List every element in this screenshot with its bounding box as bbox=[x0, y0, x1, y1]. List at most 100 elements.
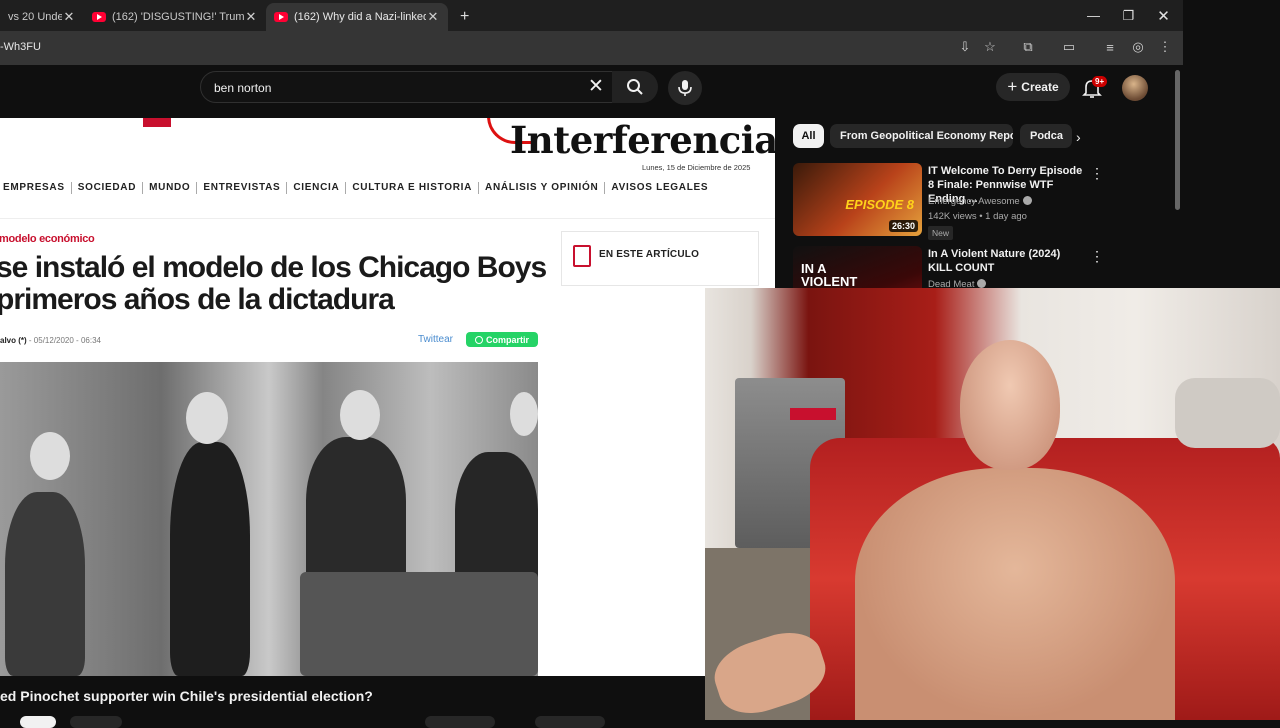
create-label: Create bbox=[1021, 80, 1059, 94]
search-icon bbox=[627, 79, 643, 95]
youtube-header: ben norton ✕ + Create 9+ bbox=[0, 65, 1183, 118]
red-accent-block bbox=[143, 118, 171, 127]
channel-name[interactable]: Dead Meat bbox=[928, 279, 987, 288]
search-input[interactable]: ben norton bbox=[200, 71, 613, 103]
nav-item[interactable]: CULTURA E HISTORIA bbox=[346, 182, 480, 194]
avatar[interactable] bbox=[1122, 75, 1148, 101]
action-chip[interactable] bbox=[425, 716, 495, 728]
video-thumbnail[interactable]: EPISODE 8 26:30 bbox=[793, 163, 922, 236]
extensions-icon[interactable]: ⧉ bbox=[1020, 39, 1036, 55]
restore-icon[interactable]: ❐ bbox=[1111, 0, 1146, 31]
action-chip[interactable] bbox=[20, 716, 56, 728]
author-name: alvo (*) bbox=[0, 336, 27, 345]
duration-badge: 26:30 bbox=[888, 220, 918, 232]
tab-3-title: (162) Why did a Nazi-linked, Ul bbox=[294, 11, 426, 23]
recommended-video[interactable]: EPISODE 8 26:30 IT Welcome To Derry Epis… bbox=[793, 163, 1133, 240]
profile-icon[interactable]: ◎ bbox=[1130, 39, 1146, 55]
chip-all[interactable]: All bbox=[793, 124, 824, 148]
thumbnail-text: IN A VIOLENT bbox=[801, 261, 858, 288]
verified-icon bbox=[977, 279, 987, 288]
more-menu-icon[interactable]: ⋮ bbox=[1157, 39, 1173, 55]
tab-1[interactable]: vs 20 Undeci ✕ bbox=[0, 3, 84, 31]
search-input-value: ben norton bbox=[214, 81, 272, 95]
twitter-share-link[interactable]: Twittear bbox=[418, 334, 453, 345]
nav-item[interactable]: AVISOS LEGALES bbox=[605, 182, 714, 194]
verified-icon bbox=[1022, 196, 1032, 205]
photo-figure bbox=[5, 492, 85, 676]
plus-icon: + bbox=[1007, 77, 1018, 96]
sidebar-icon[interactable]: ▭ bbox=[1061, 39, 1077, 55]
article-toc-box[interactable]: EN ESTE ARTÍCULO bbox=[561, 231, 759, 286]
action-chip[interactable] bbox=[70, 716, 122, 728]
tab-3-active[interactable]: (162) Why did a Nazi-linked, Ul ✕ bbox=[266, 3, 448, 31]
notification-count-badge: 9+ bbox=[1092, 76, 1108, 87]
photo-face bbox=[186, 392, 228, 444]
video-title: ed Pinochet supporter win Chile's presid… bbox=[0, 688, 373, 704]
channel-name[interactable]: Emergency Awesome bbox=[928, 196, 1032, 207]
channel-label: Dead Meat bbox=[928, 279, 975, 288]
publish-date: - 05/12/2020 - 06:34 bbox=[28, 336, 101, 345]
site-date: Lunes, 15 de Diciembre de 2025 bbox=[642, 163, 751, 172]
scrollbar-thumb[interactable] bbox=[1175, 70, 1180, 210]
nav-item[interactable]: EMPRESAS bbox=[0, 182, 72, 194]
new-badge: New bbox=[928, 226, 954, 240]
browser-tab-strip: vs 20 Undeci ✕ (162) 'DISGUSTING!' Trump… bbox=[0, 0, 1280, 31]
photo-table bbox=[300, 572, 538, 676]
youtube-favicon-icon bbox=[274, 12, 288, 22]
url-field[interactable]: -Wh3FU bbox=[0, 41, 41, 53]
photo-face bbox=[30, 432, 70, 480]
install-app-icon[interactable]: ⇩ bbox=[957, 39, 973, 55]
document-icon bbox=[573, 245, 591, 267]
person-head bbox=[960, 340, 1060, 470]
toc-label: EN ESTE ARTÍCULO bbox=[599, 249, 700, 260]
action-chip[interactable] bbox=[535, 716, 605, 728]
window-close-icon[interactable]: ✕ bbox=[1146, 0, 1181, 31]
close-icon[interactable]: ✕ bbox=[426, 9, 440, 25]
voice-search-button[interactable] bbox=[668, 71, 702, 105]
article-headline: se instaló el modelo de los Chicago Boys… bbox=[0, 252, 556, 316]
create-button[interactable]: + Create bbox=[996, 73, 1070, 101]
thumbnail-text: EPISODE 8 bbox=[845, 197, 914, 212]
chevron-right-icon[interactable]: › bbox=[1076, 129, 1081, 145]
whatsapp-icon bbox=[474, 335, 483, 344]
article-byline: alvo (*) - 05/12/2020 - 06:34 bbox=[0, 336, 101, 345]
tab-2-title: (162) 'DISGUSTING!' Trump Sco bbox=[112, 11, 244, 23]
video-title[interactable]: In A Violent Nature (2024) KILL COUNT bbox=[928, 247, 1083, 275]
filter-chips: All From Geopolitical Economy Report Pod… bbox=[793, 124, 1093, 148]
more-options-icon[interactable]: ⋮ bbox=[1090, 248, 1104, 265]
nav-item[interactable]: CIENCIA bbox=[287, 182, 347, 194]
close-icon[interactable]: ✕ bbox=[62, 9, 76, 25]
new-tab-plus-icon[interactable]: + bbox=[452, 3, 472, 31]
video-meta: 142K views • 1 day ago bbox=[928, 211, 1027, 222]
whatsapp-share-button[interactable]: Compartir bbox=[466, 332, 538, 347]
pillow bbox=[1175, 378, 1280, 448]
minimize-icon[interactable]: — bbox=[1076, 0, 1111, 31]
page-scrollbar[interactable] bbox=[1172, 66, 1182, 288]
article-video-frame[interactable]: Interferencia Lunes, 15 de Diciembre de … bbox=[0, 118, 775, 676]
media-control-icon[interactable]: ≡ bbox=[1102, 39, 1118, 55]
article-category[interactable]: modelo económico bbox=[0, 233, 95, 245]
chip-geopolitical-economy-report[interactable]: From Geopolitical Economy Report bbox=[830, 124, 1013, 148]
more-options-icon[interactable]: ⋮ bbox=[1090, 165, 1104, 182]
nav-item[interactable]: ANÁLISIS Y OPINIÓN bbox=[479, 182, 606, 194]
video-thumbnail[interactable]: IN A VIOLENT bbox=[793, 246, 922, 288]
divider bbox=[0, 218, 775, 219]
bookmark-star-icon[interactable]: ☆ bbox=[982, 39, 998, 55]
webcam-overlay bbox=[705, 288, 1280, 720]
nav-item[interactable]: MUNDO bbox=[143, 182, 198, 194]
article-nav-menu: EMPRESAS SOCIEDAD MUNDO ENTREVISTAS CIEN… bbox=[0, 182, 714, 194]
search-button[interactable] bbox=[612, 71, 658, 103]
photo-figure bbox=[170, 442, 250, 676]
address-bar: -Wh3FU ⇩ ☆ ⧉ ▭ ≡ ◎ ⋮ bbox=[0, 31, 1183, 65]
headline-line-1: se instaló el modelo de los Chicago Boys bbox=[0, 251, 547, 284]
share-label: Compartir bbox=[485, 334, 529, 345]
nav-item[interactable]: ENTREVISTAS bbox=[197, 182, 288, 194]
close-icon[interactable]: ✕ bbox=[244, 9, 258, 25]
tab-1-title: vs 20 Undeci bbox=[8, 11, 62, 23]
chip-podcasts[interactable]: Podca bbox=[1020, 124, 1072, 148]
nav-item[interactable]: SOCIEDAD bbox=[72, 182, 144, 194]
youtube-favicon-icon bbox=[92, 12, 106, 22]
clear-search-icon[interactable]: ✕ bbox=[588, 77, 604, 96]
recommended-video[interactable]: IN A VIOLENT In A Violent Nature (2024) … bbox=[793, 246, 1133, 288]
tab-2[interactable]: (162) 'DISGUSTING!' Trump Sco ✕ bbox=[84, 3, 266, 31]
